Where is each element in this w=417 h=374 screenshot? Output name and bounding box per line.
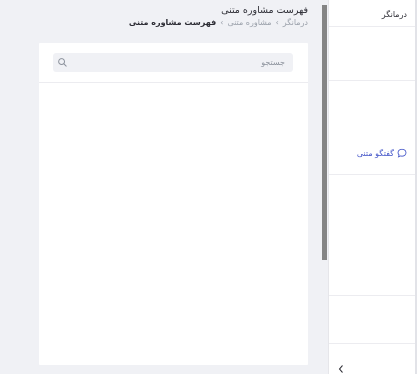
card-divider bbox=[39, 82, 308, 83]
chevron-left-icon[interactable] bbox=[337, 364, 345, 374]
consultation-list-card bbox=[39, 43, 308, 365]
sidebar-item-text-chat[interactable]: گفتگو متنی bbox=[357, 148, 407, 158]
sidebar-divider bbox=[329, 174, 417, 175]
main-content: فهرست مشاوره متنی درمانگر › مشاوره متنی … bbox=[0, 0, 322, 374]
search-input[interactable] bbox=[73, 53, 293, 72]
sidebar: درمانگر گفتگو متنی bbox=[328, 0, 417, 374]
sidebar-divider bbox=[329, 26, 417, 27]
breadcrumb-separator: › bbox=[275, 18, 279, 27]
sidebar-header: درمانگر bbox=[381, 10, 407, 19]
breadcrumb: درمانگر › مشاوره متنی › فهرست مشاوره متن… bbox=[129, 18, 308, 27]
sidebar-item-label: گفتگو متنی bbox=[356, 148, 394, 158]
search-icon[interactable] bbox=[57, 57, 68, 68]
breadcrumb-item-therapist[interactable]: درمانگر bbox=[283, 18, 308, 27]
sidebar-divider bbox=[329, 295, 417, 296]
sidebar-divider bbox=[329, 80, 417, 81]
breadcrumb-separator: › bbox=[220, 18, 224, 27]
breadcrumb-item-current: فهرست مشاوره متنی bbox=[128, 18, 217, 27]
scrollbar-thumb[interactable] bbox=[322, 5, 327, 260]
page-title: فهرست مشاوره متنی bbox=[221, 5, 308, 16]
search-box bbox=[53, 53, 293, 72]
breadcrumb-item-text-consult[interactable]: مشاوره متنی bbox=[227, 18, 271, 27]
chat-icon bbox=[397, 148, 407, 158]
sidebar-divider bbox=[329, 343, 417, 344]
